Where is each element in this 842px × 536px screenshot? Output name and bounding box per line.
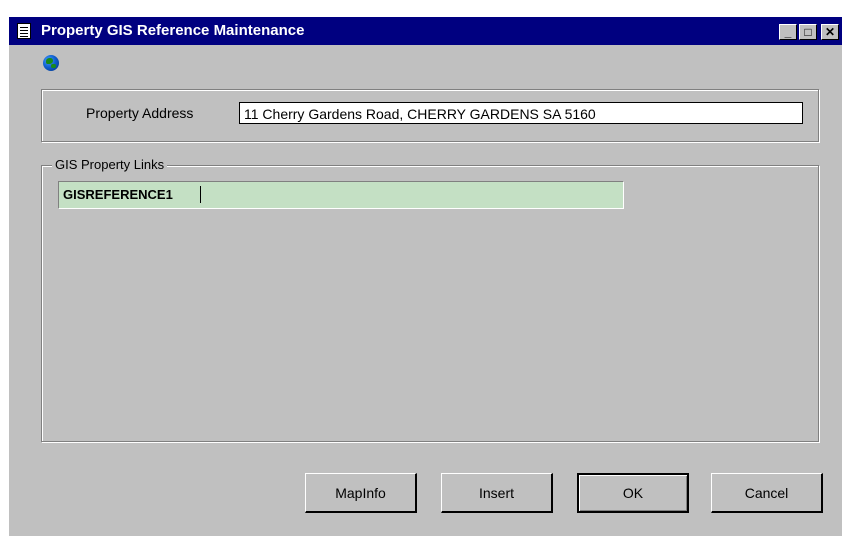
minimize-button[interactable]: _ — [779, 24, 797, 40]
property-address-label: Property Address — [86, 105, 194, 121]
ok-button[interactable]: OK — [577, 473, 689, 513]
window-title: Property GIS Reference Maintenance — [41, 22, 305, 39]
maximize-button[interactable]: □ — [799, 24, 817, 40]
gis-property-links-group: GIS Property Links GISREFERENCE1 — [41, 157, 819, 442]
globe-icon[interactable] — [43, 55, 59, 71]
close-button[interactable]: ✕ — [821, 24, 839, 40]
text-caret — [200, 186, 201, 203]
gis-property-links-caption: GIS Property Links — [52, 157, 168, 173]
insert-button[interactable]: Insert — [441, 473, 553, 513]
title-bar[interactable]: Property GIS Reference Maintenance _ □ ✕ — [9, 17, 842, 45]
document-icon[interactable] — [17, 23, 31, 39]
cancel-button[interactable]: Cancel — [711, 473, 823, 513]
property-address-group: Property Address 11 Cherry Gardens Road,… — [41, 89, 819, 142]
property-address-field[interactable]: 11 Cherry Gardens Road, CHERRY GARDENS S… — [239, 102, 803, 124]
mapinfo-button[interactable]: MapInfo — [305, 473, 417, 513]
gis-reference-window: Property GIS Reference Maintenance _ □ ✕… — [8, 16, 842, 536]
gis-reference-input[interactable]: GISREFERENCE1 — [58, 181, 624, 209]
gis-reference-value: GISREFERENCE1 — [63, 187, 173, 202]
